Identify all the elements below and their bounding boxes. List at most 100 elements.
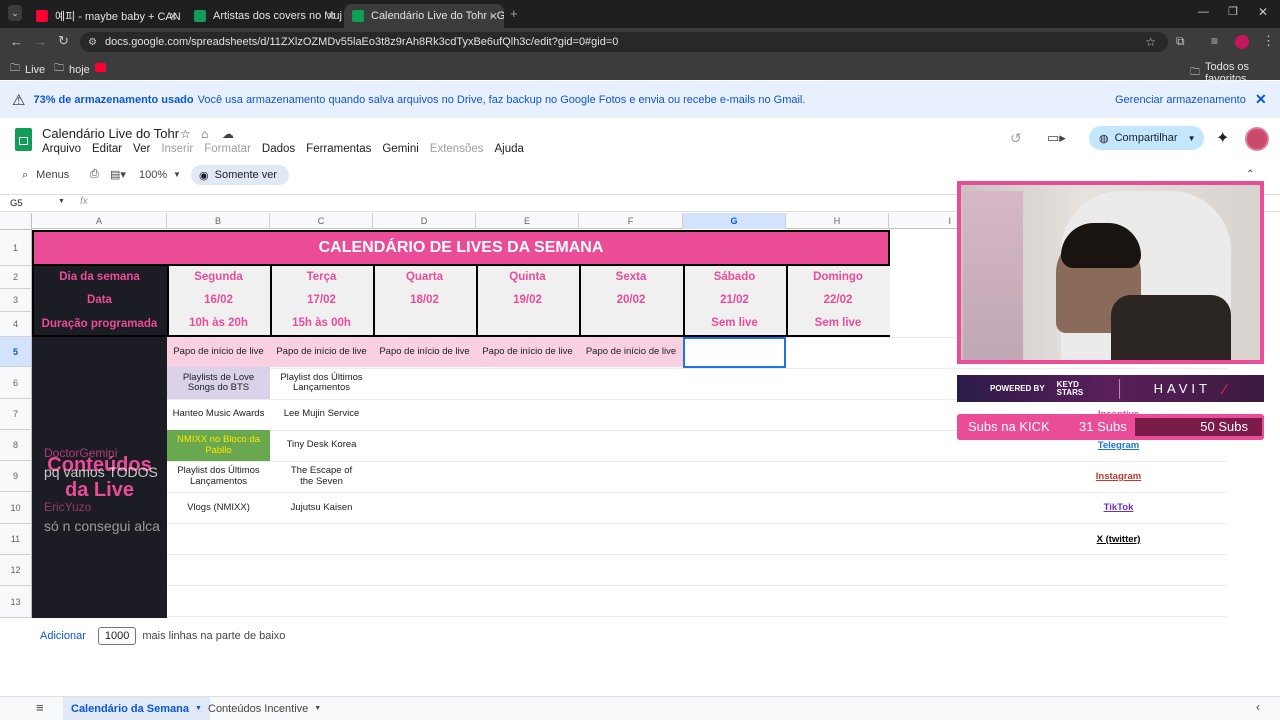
calendar-banner[interactable]: CALENDÁRIO DE LIVES DA SEMANA: [32, 230, 890, 266]
day-duration[interactable]: [476, 312, 579, 335]
close-icon[interactable]: ✕: [169, 10, 178, 23]
menu-editar[interactable]: Editar: [92, 143, 122, 155]
day-date[interactable]: 22/02: [786, 289, 890, 312]
day-name[interactable]: Sábado: [683, 266, 786, 289]
day-name[interactable]: Segunda: [167, 266, 270, 289]
profile-avatar[interactable]: [1235, 35, 1249, 49]
row-header-1[interactable]: 1: [0, 230, 32, 266]
day-name[interactable]: Domingo: [786, 266, 890, 289]
col-header-d[interactable]: D: [373, 213, 476, 229]
tab-search-icon[interactable]: ⌄: [8, 5, 22, 21]
day-duration[interactable]: [373, 312, 476, 335]
menu-ajuda[interactable]: Ajuda: [495, 143, 524, 155]
close-icon[interactable]: ✕: [489, 10, 498, 23]
minimize-icon[interactable]: —: [1198, 6, 1209, 18]
cell-b9[interactable]: Playlist dos Últimos Lançamentos: [167, 461, 270, 492]
menu-arquivo[interactable]: Arquivo: [42, 143, 81, 155]
row-header-9[interactable]: 9: [0, 461, 32, 492]
link-telegram[interactable]: Telegram: [1067, 438, 1170, 454]
back-icon[interactable]: ←: [10, 34, 23, 49]
cell-b6[interactable]: Playlists de Love Songs do BTS: [167, 367, 270, 399]
cell-f5[interactable]: Papo de início de live: [579, 337, 683, 367]
cell-c10[interactable]: Jujutsu Kaisen: [270, 492, 373, 524]
day-date[interactable]: 17/02: [270, 289, 373, 312]
browser-tab-0[interactable]: 예피 - maybe baby + CAN I SIP ✕: [28, 4, 184, 28]
row-header-2[interactable]: 2: [0, 266, 32, 289]
label-duration[interactable]: Duração programada: [32, 312, 167, 337]
menu-dados[interactable]: Dados: [262, 143, 295, 155]
col-header-a[interactable]: A: [32, 213, 167, 229]
cell-b10[interactable]: Vlogs (NMIXX): [167, 492, 270, 524]
add-rows-button[interactable]: Adicionar: [40, 630, 86, 642]
rows-count-input[interactable]: 1000: [97, 627, 137, 645]
maximize-icon[interactable]: ❐: [1228, 5, 1238, 18]
day-date[interactable]: 20/02: [579, 289, 683, 312]
menu-search[interactable]: ⌕ Menus: [22, 165, 69, 185]
sheet-tab-conteudos[interactable]: Conteúdos Incentive ▼: [200, 697, 329, 720]
day-duration[interactable]: [579, 312, 683, 335]
day-duration[interactable]: Sem live: [683, 312, 786, 335]
row-header-4[interactable]: 4: [0, 312, 32, 337]
paint-format-icon[interactable]: ▤▾: [110, 168, 126, 181]
menu-gemini[interactable]: Gemini: [382, 143, 418, 155]
extensions-icon[interactable]: ⧉: [1176, 34, 1185, 49]
day-duration[interactable]: Sem live: [786, 312, 890, 335]
manage-storage-link[interactable]: Gerenciar armazenamento: [1115, 94, 1246, 106]
day-date[interactable]: 21/02: [683, 289, 786, 312]
day-name[interactable]: Quinta: [476, 266, 579, 289]
day-name[interactable]: Quarta: [373, 266, 476, 289]
cell-c6[interactable]: Playlist dos Últimos Lançamentos: [270, 367, 373, 399]
cell-b7[interactable]: Hanteo Music Awards: [167, 399, 270, 430]
link-instagram[interactable]: Instagram: [1067, 469, 1170, 485]
row-header-5[interactable]: 5: [0, 337, 32, 367]
zoom-select[interactable]: 100%: [139, 169, 167, 181]
meet-icon[interactable]: ▭▸: [1047, 130, 1066, 146]
all-sheets-icon[interactable]: ≡: [36, 700, 44, 715]
col-header-h[interactable]: H: [786, 213, 889, 229]
version-history-icon[interactable]: ↺: [1010, 130, 1022, 147]
day-date[interactable]: 16/02: [167, 289, 270, 312]
row-header-3[interactable]: 3: [0, 289, 32, 312]
row-header-8[interactable]: 8: [0, 430, 32, 461]
menu-formatar[interactable]: Formatar: [204, 143, 251, 155]
chevron-down-icon[interactable]: ▼: [1188, 134, 1196, 143]
label-day[interactable]: Dia da semana: [32, 266, 167, 289]
day-name[interactable]: Terça: [270, 266, 373, 289]
menu-inserir[interactable]: Inserir: [161, 143, 193, 155]
day-duration[interactable]: 10h às 20h: [167, 312, 270, 335]
star-icon[interactable]: ☆: [180, 127, 191, 141]
reload-icon[interactable]: ↻: [58, 33, 69, 49]
site-info-icon[interactable]: ⚙: [88, 37, 97, 48]
selected-cell-g5[interactable]: [683, 337, 786, 368]
day-name[interactable]: Sexta: [579, 266, 683, 289]
cell-b5[interactable]: Papo de início de live: [167, 337, 270, 367]
cell-b8[interactable]: NMIXX no Bloco da Pabllo: [167, 430, 270, 461]
col-header-i[interactable]: I: [889, 213, 958, 229]
move-icon[interactable]: ⌂: [201, 127, 208, 141]
row-header-7[interactable]: 7: [0, 399, 32, 430]
forward-icon[interactable]: →: [34, 34, 47, 49]
browser-tab-1[interactable]: Artistas dos covers no Mujin - G ✕: [186, 4, 342, 28]
close-icon[interactable]: ✕: [1255, 91, 1267, 108]
sheet-tab-calendario[interactable]: Calendário da Semana ▼: [63, 697, 210, 720]
browser-menu-icon[interactable]: ⋮: [1262, 33, 1275, 49]
user-avatar[interactable]: [1245, 127, 1269, 151]
close-icon[interactable]: ✕: [327, 10, 336, 23]
cell-d5[interactable]: Papo de início de live: [373, 337, 476, 367]
col-header-c[interactable]: C: [270, 213, 373, 229]
row-header-12[interactable]: 12: [0, 555, 32, 586]
view-mode-chip[interactable]: ◉ Somente ver: [191, 165, 289, 185]
sheets-logo-icon[interactable]: [15, 128, 32, 151]
reading-list-icon[interactable]: ≡: [1211, 34, 1218, 48]
share-button[interactable]: ◍ Compartilhar ▼: [1089, 126, 1204, 150]
gemini-icon[interactable]: ✦: [1216, 128, 1229, 148]
doc-title[interactable]: Calendário Live do Tohr: [42, 126, 179, 141]
link-x-twitter[interactable]: X (twitter): [1067, 532, 1170, 548]
chevron-down-icon[interactable]: ▼: [173, 170, 181, 179]
menu-ferramentas[interactable]: Ferramentas: [306, 143, 371, 155]
youtube-bookmark-icon[interactable]: [95, 63, 106, 72]
day-date[interactable]: 18/02: [373, 289, 476, 312]
bookmark-live[interactable]: 🗀 Live: [10, 61, 45, 78]
bookmark-star-icon[interactable]: ☆: [1145, 35, 1156, 49]
cell-c7[interactable]: Lee Mujin Service: [270, 399, 373, 430]
